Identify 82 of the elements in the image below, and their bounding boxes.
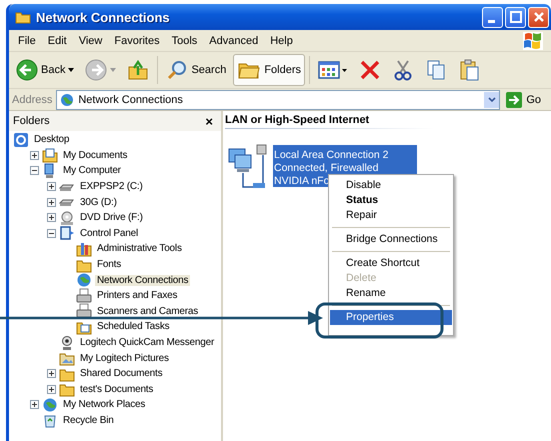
search-icon: [166, 59, 188, 81]
tree-item[interactable]: My Network Places: [61, 399, 148, 410]
folder-icon: [127, 59, 150, 81]
tree-item[interactable]: Logitech QuickCam Messenger: [78, 337, 216, 348]
folders-button[interactable]: Folders: [233, 54, 306, 86]
globe-icon: [42, 396, 58, 413]
copy-icon: [425, 59, 448, 81]
menu-item[interactable]: Status: [330, 193, 452, 208]
menu-item[interactable]: Favorites: [108, 34, 166, 46]
menu-item[interactable]: Advanced: [203, 34, 264, 46]
expand-icon[interactable]: [30, 400, 39, 410]
globe-icon: [76, 272, 92, 288]
back-button[interactable]: Back: [12, 54, 78, 86]
arrow-icon: [506, 92, 522, 108]
printer-icon: [76, 288, 92, 304]
windows-logo-icon: [523, 32, 543, 50]
clipboard-icon: [458, 59, 480, 81]
folder-icon: [15, 10, 31, 24]
caret-icon: [68, 68, 74, 72]
delete-icon: [359, 59, 382, 81]
tree-item[interactable]: 30G (D:): [78, 196, 119, 208]
folder-icon: [42, 147, 58, 164]
printer-icon: [76, 303, 92, 320]
minimize-icon: [488, 20, 494, 22]
tree-item[interactable]: Desktop: [32, 134, 72, 146]
chevron-icon: [488, 96, 496, 102]
control-panel-icon: [59, 225, 75, 242]
maximize-icon: [510, 11, 522, 23]
menu-item[interactable]: View: [72, 34, 108, 46]
close-button[interactable]: ×: [205, 114, 213, 128]
tree-item[interactable]: Fonts: [95, 259, 124, 270]
pane-title: Folders: [13, 115, 50, 127]
tree-item[interactable]: Shared Documents: [78, 368, 164, 380]
expand-icon[interactable]: [30, 150, 39, 160]
expand-icon[interactable]: [47, 384, 56, 394]
tree-item[interactable]: Scheduled Tasks: [95, 321, 172, 332]
menu-item[interactable]: Properties: [330, 310, 452, 325]
menu-item[interactable]: Tools: [166, 34, 204, 46]
expand-icon[interactable]: [47, 198, 56, 207]
tree-item[interactable]: EXPPSP2 (C:): [78, 181, 145, 192]
menu-item[interactable]: File: [12, 34, 42, 46]
menu-item[interactable]: Create Shortcut: [330, 256, 452, 271]
tree-item[interactable]: Control Panel: [78, 228, 140, 239]
section-heading: LAN or High-Speed Internet: [225, 111, 525, 129]
menu-item[interactable]: Edit: [42, 34, 73, 46]
go-button[interactable]: Go: [504, 92, 547, 108]
dropdown-button[interactable]: [484, 92, 500, 108]
expand-icon[interactable]: [47, 369, 56, 378]
address-label: Address: [12, 94, 52, 106]
webcam-icon: [59, 334, 75, 351]
tree-item[interactable]: DVD Drive (F:): [78, 212, 145, 224]
expand-icon[interactable]: [47, 182, 56, 192]
menu-item[interactable]: Rename: [330, 286, 452, 301]
tree-item[interactable]: Printers and Faxes: [95, 290, 180, 302]
tree-item[interactable]: My Logitech Pictures: [78, 352, 171, 364]
tree-item[interactable]: My Documents: [61, 150, 130, 161]
search-button[interactable]: Search: [162, 54, 230, 86]
tree-item[interactable]: test's Documents: [78, 384, 156, 395]
tree-item[interactable]: Recycle Bin: [61, 414, 116, 426]
menu-item[interactable]: Repair: [330, 208, 452, 223]
tree-item[interactable]: Scanners and Cameras: [95, 306, 200, 317]
grid-icon: [318, 60, 348, 80]
collapse-icon[interactable]: [47, 228, 56, 238]
tree-item[interactable]: My Computer: [61, 165, 123, 176]
close-button[interactable]: [528, 6, 549, 28]
address-field[interactable]: Network Connections: [56, 90, 500, 110]
expand-icon[interactable]: [47, 213, 56, 222]
disc-icon: [59, 210, 75, 226]
window-title: Network Connections: [36, 10, 170, 24]
menu-item[interactable]: Bridge Connections: [330, 232, 452, 247]
close-icon: [532, 11, 544, 23]
menu-item[interactable]: Help: [264, 34, 299, 46]
globe-icon: [60, 92, 74, 106]
caret-icon: [110, 68, 116, 72]
minimize-button[interactable]: [482, 6, 503, 28]
tools-icon: [76, 240, 92, 257]
maximize-button[interactable]: [505, 6, 526, 28]
collapse-icon[interactable]: [30, 166, 39, 176]
tree-item[interactable]: Network Connections: [95, 274, 190, 286]
tree-item[interactable]: Administrative Tools: [95, 243, 184, 254]
desktop-icon: [13, 132, 29, 148]
scissors-icon: [392, 59, 414, 81]
